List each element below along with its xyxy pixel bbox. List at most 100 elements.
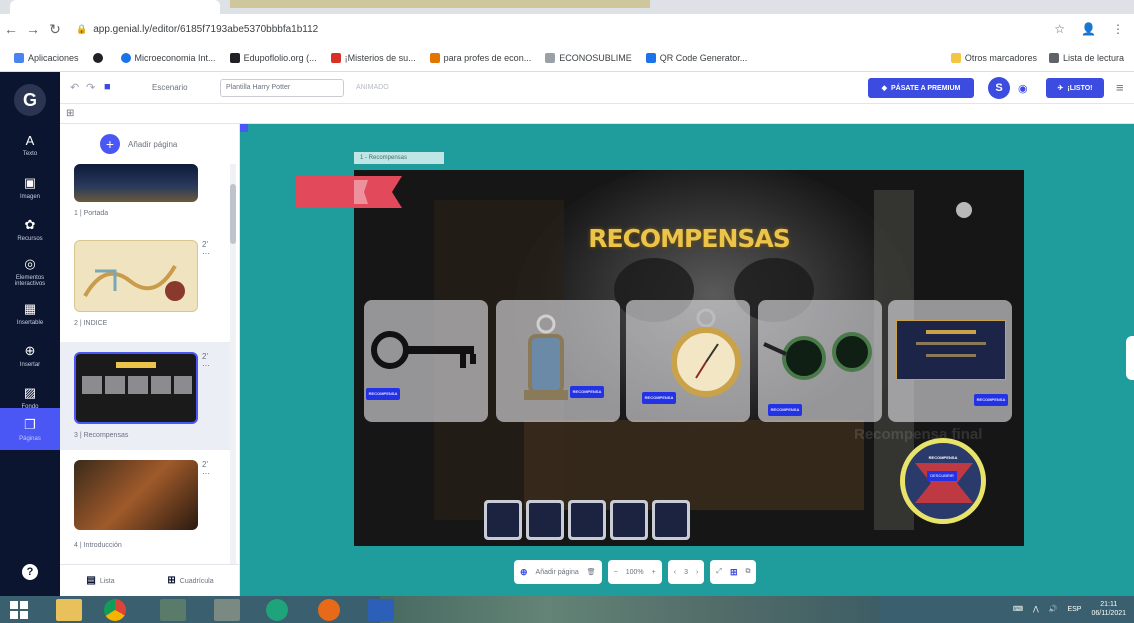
plus-icon: +: [100, 134, 120, 154]
url-field[interactable]: 🔒 app.genial.ly/editor/6185f7193abe5370b…: [76, 24, 318, 35]
page-thumb-item-active[interactable]: 2' ⋯ 3 | Recompensas: [60, 342, 232, 450]
bookmark-item[interactable]: ¡Misterios de su...: [330, 52, 416, 63]
browser-tab[interactable]: [10, 0, 220, 14]
page-thumb-item[interactable]: 2' ⋯ 4 | Introducción: [60, 456, 232, 560]
reload-icon[interactable]: ↻: [44, 21, 66, 38]
page-options-icon[interactable]: 2' ⋯: [202, 240, 210, 258]
diamond-icon: ◆: [881, 85, 888, 92]
genially-logo-icon[interactable]: G: [14, 84, 46, 116]
trash-icon[interactable]: 🗑: [587, 568, 596, 576]
volume-icon[interactable]: 🔊: [1049, 605, 1058, 613]
reward-card-lantern[interactable]: RECOMPENSA: [496, 300, 620, 422]
windows-start-icon[interactable]: [10, 601, 28, 619]
reading-list-icon: [1048, 53, 1059, 63]
page-options-icon[interactable]: 2' ⋯: [202, 460, 210, 478]
reward-card-key[interactable]: RECOMPENSA: [364, 300, 488, 422]
next-page-icon[interactable]: ›: [696, 569, 698, 576]
firefox-icon[interactable]: [318, 599, 340, 621]
rail-item-pages[interactable]: ❐ Páginas: [0, 408, 60, 450]
avatar[interactable]: S: [988, 77, 1010, 99]
grid-view-button[interactable]: ⊞ Cuadrícula: [167, 575, 213, 586]
template-name-field[interactable]: Plantilla Harry Potter: [220, 79, 344, 97]
corner-handle[interactable]: [240, 124, 248, 132]
reward-slot[interactable]: [610, 500, 648, 540]
star-icon[interactable]: ☆: [1054, 22, 1065, 36]
bookmark-item[interactable]: QR Code Generator...: [645, 52, 747, 63]
go-premium-button[interactable]: ◆ PÁSATE A PREMIUM: [868, 78, 974, 98]
reward-slot[interactable]: [484, 500, 522, 540]
add-page-control[interactable]: ⊕ Añadir página 🗑: [514, 560, 602, 584]
taskbar-app-icon[interactable]: [214, 599, 240, 621]
page-navigation[interactable]: ‹ 3 ›: [667, 560, 705, 584]
grid-view-icon[interactable]: ⊞: [730, 567, 738, 578]
bookmark-item[interactable]: para profes de econ...: [429, 52, 531, 63]
file-explorer-icon[interactable]: [56, 599, 82, 621]
reward-slot[interactable]: [568, 500, 606, 540]
zoom-out-icon[interactable]: −: [614, 569, 618, 576]
reward-card-glasses[interactable]: RECOMPENSA: [758, 300, 882, 422]
final-reward-badge[interactable]: RECOMPENSA DESCUBRIR: [900, 438, 986, 524]
network-icon[interactable]: ⋀: [1033, 605, 1039, 613]
reward-slot[interactable]: [526, 500, 564, 540]
add-page-button[interactable]: + Añadir página: [100, 134, 177, 154]
prev-page-icon[interactable]: ‹: [674, 569, 676, 576]
view-controls[interactable]: ⤢ ⊞ ⧉: [710, 560, 757, 584]
page-thumb-item[interactable]: 1 | Portada: [60, 164, 232, 230]
back-icon[interactable]: ←: [0, 21, 22, 37]
bookmark-item[interactable]: ECONOSUBLIME: [545, 52, 632, 63]
forward-icon[interactable]: →: [22, 21, 44, 37]
browser-menu-icon[interactable]: ⋮: [1112, 22, 1124, 36]
page-label: 2 | INDICE: [74, 320, 108, 327]
hamburger-menu-icon[interactable]: ≡: [1116, 80, 1124, 95]
other-bookmarks[interactable]: Otros marcadores: [950, 53, 1037, 63]
animation-field[interactable]: ANIMADO: [348, 79, 400, 97]
page-options-icon[interactable]: 2' ⋯: [202, 352, 210, 370]
ready-button[interactable]: ✈ ¡LISTO!: [1046, 78, 1104, 98]
reward-card-certificate[interactable]: RECOMPENSA: [888, 300, 1012, 422]
rail-item-text[interactable]: A Texto: [0, 124, 60, 166]
bookmark-item[interactable]: Edupoflolio.org (...: [229, 52, 317, 63]
ribbon-badge[interactable]: [296, 176, 408, 208]
reward-card-compass[interactable]: RECOMPENSA: [626, 300, 750, 422]
help-icon[interactable]: ?: [22, 564, 38, 580]
editor-rail: G A Texto ▣ Imagen ✿ Recursos ◎ Elementos in…: [0, 72, 60, 596]
preview-eye-icon[interactable]: ◉: [1018, 82, 1028, 95]
list-view-button[interactable]: ▤ Lista: [86, 575, 114, 586]
rail-item-embed[interactable]: ▦ Insertable: [0, 292, 60, 334]
keyboard-icon[interactable]: ⌨: [1013, 605, 1023, 613]
word-icon[interactable]: [368, 599, 394, 621]
bookmark-item[interactable]: Aplicaciones: [14, 52, 79, 63]
redo-icon[interactable]: ↷: [86, 81, 95, 94]
pages-scrollbar[interactable]: [230, 164, 236, 584]
bookmark-item[interactable]: [92, 52, 107, 63]
grid-icon[interactable]: ⊞: [66, 108, 74, 119]
bookmark-item[interactable]: Microeconomia Int...: [120, 52, 216, 63]
zoom-in-icon[interactable]: +: [652, 569, 656, 576]
chrome-icon[interactable]: [104, 599, 126, 621]
layers-icon[interactable]: ⧉: [745, 568, 750, 576]
slide-chip[interactable]: 1 - Recompensas: [354, 152, 444, 164]
rail-item-resources[interactable]: ✿ Recursos: [0, 208, 60, 250]
undo-icon[interactable]: ↶: [70, 81, 79, 94]
page-thumb-item[interactable]: 2' ⋯ 2 | INDICE: [60, 236, 232, 340]
rail-item-image[interactable]: ▣ Imagen: [0, 166, 60, 208]
rail-item-insert[interactable]: ⊕ Insertar: [0, 334, 60, 376]
edge-icon[interactable]: [266, 599, 288, 621]
rail-item-interactive[interactable]: ◎ Elementos interactivos: [0, 250, 60, 292]
reward-tag: RECOMPENSA: [768, 404, 802, 416]
reading-list[interactable]: Lista de lectura: [1048, 53, 1124, 63]
reward-slot[interactable]: [652, 500, 690, 540]
taskbar-app-icon[interactable]: [160, 599, 186, 621]
document-title[interactable]: Escenario: [152, 79, 212, 97]
scrollbar-thumb[interactable]: [230, 184, 236, 244]
page-thumbnail: [74, 460, 198, 530]
slide-canvas[interactable]: RECOMPENSAS RECOMPENSA RECOMPENSA RECOMP…: [354, 170, 1024, 546]
rocket-icon: ✈: [1057, 85, 1064, 92]
profile-icon[interactable]: 👤: [1081, 22, 1096, 36]
side-panel-handle[interactable]: [1126, 336, 1134, 380]
zoom-control[interactable]: −100% +: [607, 560, 662, 584]
clock[interactable]: 21:11 06/11/2021: [1091, 600, 1126, 618]
reward-slot-inner: [613, 503, 645, 537]
fit-icon[interactable]: ⤢: [716, 568, 722, 576]
language-indicator[interactable]: ESP: [1067, 606, 1081, 613]
